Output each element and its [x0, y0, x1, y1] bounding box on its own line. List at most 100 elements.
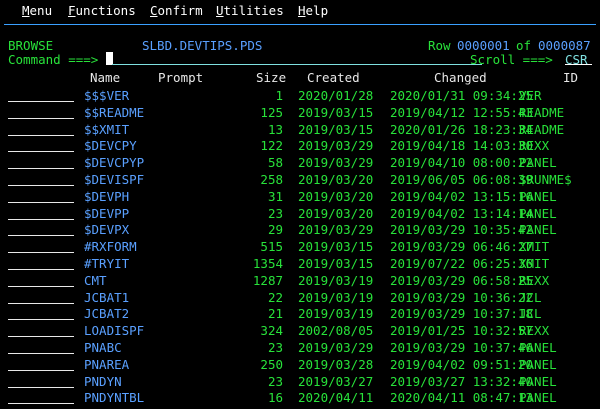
member-created: 2019/03/15: [298, 104, 374, 120]
member-id: REXX: [519, 138, 550, 154]
member-id: XMIT: [519, 239, 550, 255]
menu-menu-label: enu: [29, 3, 53, 18]
member-changed: 2019/03/29 10:36:22: [390, 289, 533, 305]
line-command-field[interactable]: [8, 353, 74, 354]
member-name[interactable]: $$XMIT: [84, 122, 129, 137]
member-id: PANEL: [519, 340, 557, 355]
member-changed: 2019/04/12 12:55:43: [390, 104, 533, 120]
member-size: 258: [260, 172, 283, 187]
menu-help[interactable]: Help: [298, 3, 328, 18]
member-size: 31: [267, 188, 283, 204]
line-command-field[interactable]: [8, 269, 74, 270]
scroll-label: Scroll ===>: [470, 52, 553, 67]
member-name[interactable]: $DEVPP: [84, 206, 129, 221]
line-command-field[interactable]: [8, 168, 74, 170]
member-name[interactable]: PNAREA: [84, 357, 129, 372]
member-name[interactable]: $$$VER: [84, 88, 129, 103]
line-command-field[interactable]: [8, 101, 74, 102]
menu-utilities-label: tilities: [223, 3, 284, 18]
member-created: 2019/03/19: [298, 289, 374, 305]
member-created: 2019/03/19: [298, 306, 374, 322]
row-current: 0000001: [457, 38, 510, 53]
line-command-field[interactable]: [8, 403, 74, 405]
line-command-field[interactable]: [8, 252, 74, 254]
menu-confirm-hotkey: C: [150, 3, 158, 18]
line-command-field[interactable]: [8, 218, 74, 220]
member-name[interactable]: $DEVISPF: [84, 172, 144, 187]
line-command-field[interactable]: [8, 302, 74, 304]
column-header-changed[interactable]: Changed: [434, 70, 487, 85]
member-size: 324: [260, 323, 283, 339]
member-size: 515: [260, 239, 283, 255]
column-header-prompt[interactable]: Prompt: [158, 70, 203, 85]
member-created: 2002/08/05: [298, 323, 374, 339]
member-changed: 2019/04/02 09:51:20: [390, 356, 533, 372]
member-name[interactable]: CMT: [84, 273, 107, 288]
row-total: 0000087: [538, 38, 591, 53]
menu-utilities[interactable]: Utilities: [216, 3, 284, 18]
menu-confirm[interactable]: Confirm: [150, 3, 203, 18]
member-id: REXX: [519, 272, 550, 288]
menu-functions[interactable]: Functions: [68, 3, 136, 18]
member-changed: 2019/04/02 13:14:14: [390, 205, 533, 221]
menu-help-label: elp: [305, 3, 329, 18]
member-name[interactable]: LOADISPF: [84, 323, 144, 338]
member-changed: 2019/03/29 10:35:42: [390, 222, 533, 238]
member-size: 1354: [252, 256, 283, 271]
member-changed: 2019/03/29 06:46:27: [390, 239, 533, 255]
member-size: 16: [267, 390, 283, 406]
member-name[interactable]: PNDYNTBL: [84, 390, 144, 405]
menu-functions-hotkey: F: [68, 3, 76, 18]
line-command-field[interactable]: [8, 369, 74, 371]
member-size: 1: [275, 88, 283, 103]
member-name[interactable]: PNABC: [84, 340, 122, 355]
member-name[interactable]: $DEVPH: [84, 189, 129, 204]
line-command-field[interactable]: [8, 151, 74, 153]
member-created: 2019/03/20: [298, 172, 374, 187]
member-name[interactable]: $DEVCPYP: [84, 155, 144, 170]
line-command-field[interactable]: [8, 134, 74, 136]
member-name[interactable]: $DEVPX: [84, 222, 129, 237]
menu-help-hotkey: H: [298, 3, 306, 18]
member-id: PANEL: [519, 222, 557, 238]
member-created: 2020/04/11: [298, 390, 374, 406]
column-header-size[interactable]: Size: [256, 70, 286, 85]
member-name[interactable]: $$README: [84, 105, 144, 120]
menu-separator: [4, 24, 596, 25]
member-id: $RUNME$: [519, 172, 572, 187]
member-name[interactable]: JCBAT2: [84, 306, 129, 321]
command-label: Command ===>: [8, 52, 99, 67]
menu-utilities-hotkey: U: [216, 3, 224, 18]
member-id: README: [519, 104, 565, 120]
member-name[interactable]: JCBAT1: [84, 290, 129, 305]
member-name[interactable]: $DEVCPY: [84, 138, 137, 153]
member-name[interactable]: #RXFORM: [84, 239, 137, 254]
column-header-id[interactable]: ID: [563, 70, 578, 85]
line-command-field[interactable]: [8, 117, 74, 119]
line-command-field[interactable]: [8, 201, 74, 203]
mode-label: BROWSE: [8, 38, 54, 53]
member-changed: 2020/04/11 08:47:13: [390, 390, 533, 406]
member-size: 122: [260, 138, 283, 154]
line-command-field[interactable]: [8, 319, 74, 321]
member-name[interactable]: PNDYN: [84, 374, 122, 389]
member-changed: 2019/03/29 10:37:46: [390, 340, 533, 355]
member-id: XMIT: [519, 256, 550, 271]
column-header-name[interactable]: Name: [90, 70, 120, 85]
member-changed: 2019/04/10 08:00:22: [390, 155, 533, 171]
row-label: Row: [428, 38, 451, 53]
line-command-field[interactable]: [8, 285, 74, 287]
member-created: 2019/03/29: [298, 340, 374, 355]
member-id: PANEL: [519, 373, 557, 389]
table-row[interactable]: PNDYNTBL 16 2020/04/11 2020/04/11 08:47:13 P…: [0, 390, 600, 409]
member-size: 23: [267, 373, 283, 389]
line-command-field[interactable]: [8, 336, 74, 338]
member-created: 2019/03/28: [298, 356, 374, 372]
line-command-field[interactable]: [8, 235, 74, 237]
line-command-field[interactable]: [8, 185, 74, 186]
column-header-created[interactable]: Created: [307, 70, 360, 85]
member-name[interactable]: #TRYIT: [84, 256, 129, 271]
member-id: PANEL: [519, 356, 557, 372]
line-command-field[interactable]: [8, 386, 74, 388]
menu-menu[interactable]: Menu: [22, 3, 52, 18]
